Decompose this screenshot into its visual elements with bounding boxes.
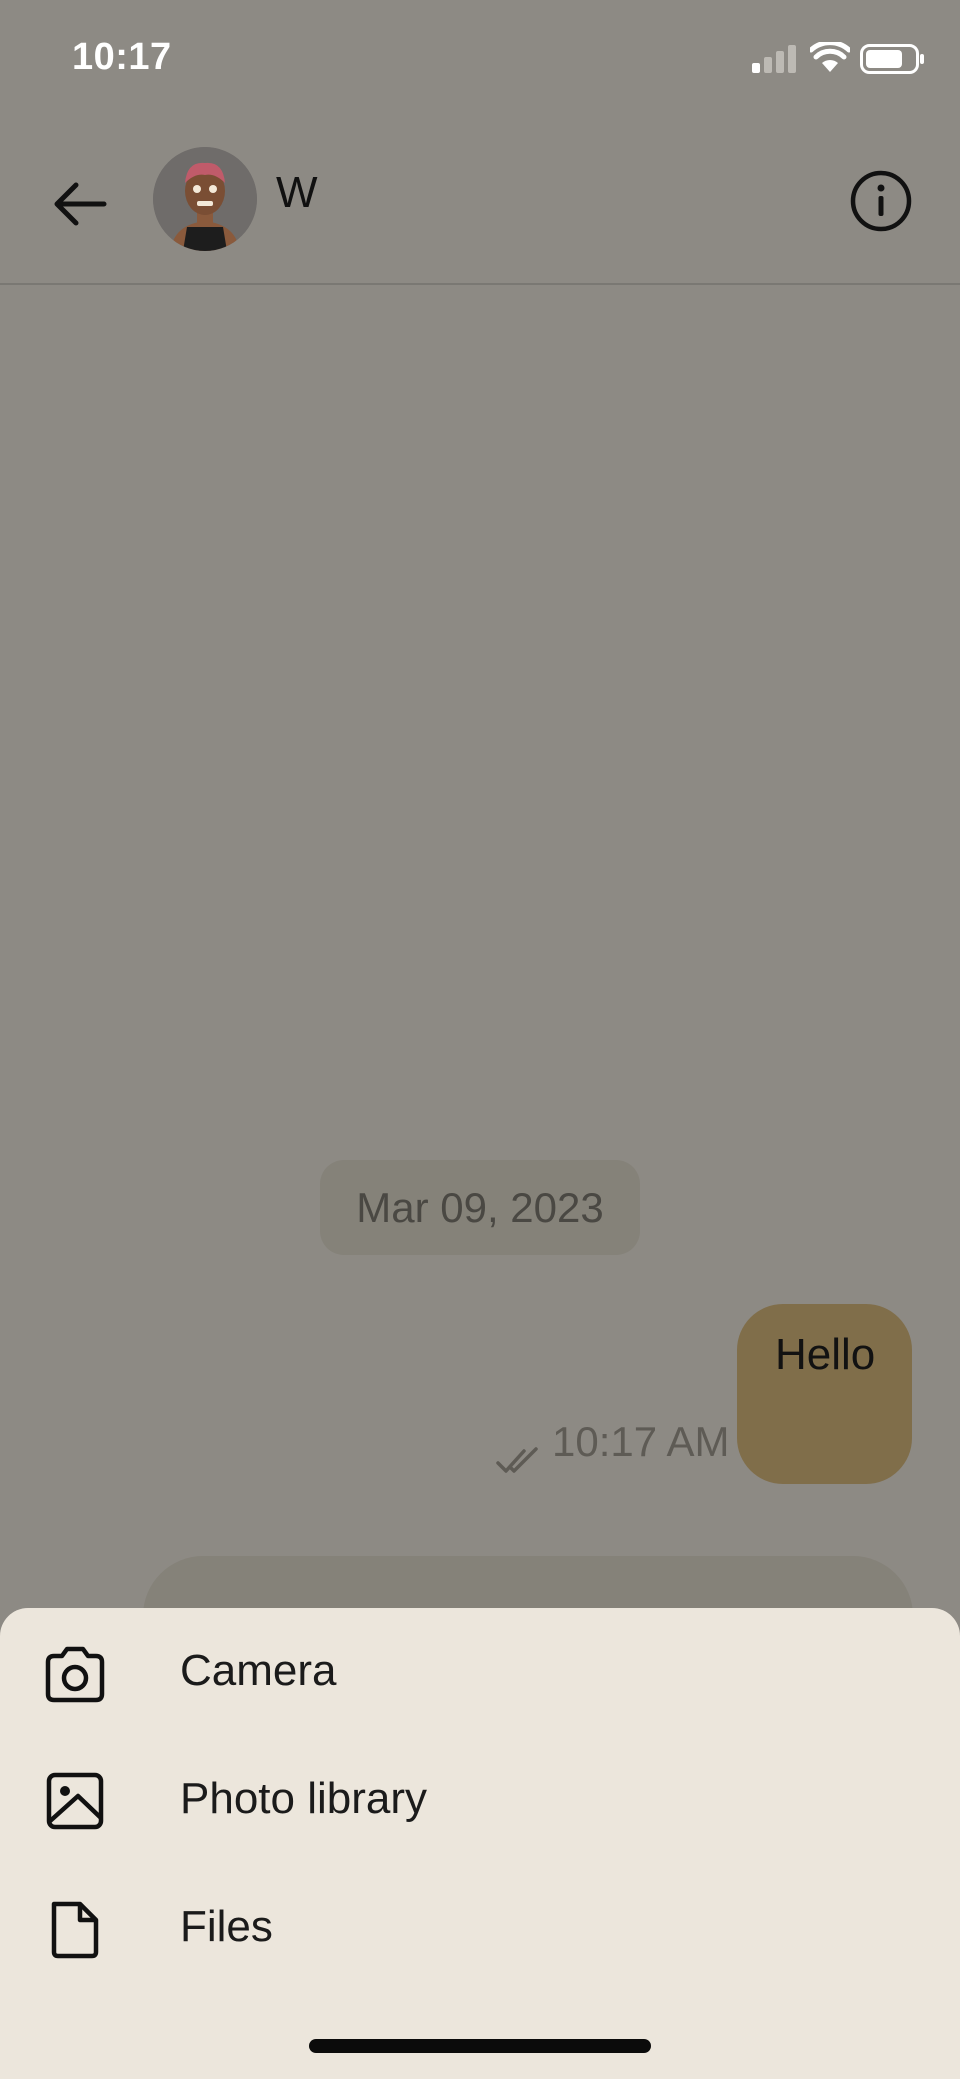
wifi-icon bbox=[810, 42, 850, 72]
contact-name[interactable]: W bbox=[276, 168, 318, 218]
status-time: 10:17 bbox=[72, 36, 172, 78]
signal-icon bbox=[752, 45, 796, 73]
message-timestamp: 10:17 AM bbox=[552, 1418, 730, 1465]
status-bar: 10:17 bbox=[0, 0, 960, 118]
chat-header: W bbox=[0, 118, 960, 285]
battery-icon bbox=[860, 44, 924, 74]
photo-library-icon bbox=[46, 1772, 104, 1830]
file-icon bbox=[51, 1901, 99, 1959]
home-indicator bbox=[309, 2039, 651, 2053]
menu-item-camera[interactable]: Camera bbox=[0, 1608, 960, 1736]
avatar-illustration bbox=[153, 147, 257, 251]
info-icon[interactable] bbox=[848, 168, 914, 234]
menu-item-label: Camera bbox=[180, 1646, 337, 1695]
date-separator: Mar 09, 2023 bbox=[320, 1160, 640, 1255]
avatar[interactable] bbox=[153, 147, 257, 251]
camera-icon bbox=[45, 1646, 105, 1703]
menu-item-files[interactable]: Files bbox=[0, 1864, 960, 1992]
menu-item-photo-library[interactable]: Photo library bbox=[0, 1736, 960, 1864]
message-text: Hello bbox=[775, 1330, 876, 1379]
double-check-icon bbox=[496, 1447, 538, 1473]
attachment-sheet: Camera Photo library Files bbox=[0, 1608, 960, 2079]
back-arrow-icon[interactable] bbox=[48, 172, 112, 236]
sent-message-bubble[interactable]: Hello bbox=[737, 1304, 912, 1484]
menu-item-label: Files bbox=[180, 1902, 273, 1951]
menu-item-label: Photo library bbox=[180, 1774, 428, 1823]
